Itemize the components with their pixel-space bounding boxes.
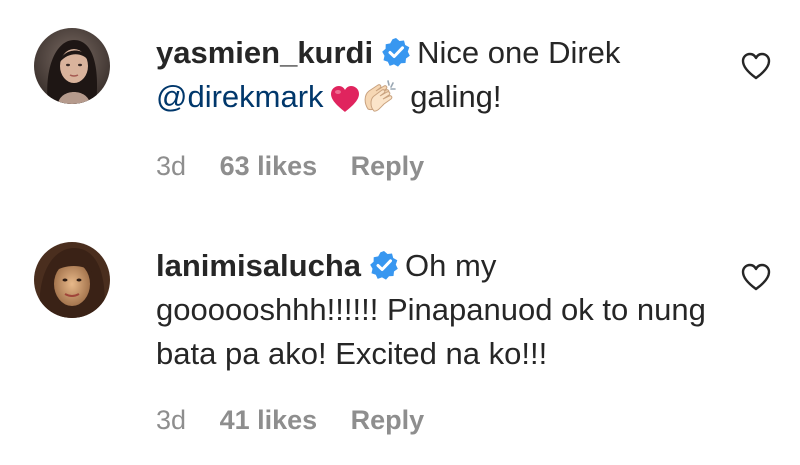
mention-link[interactable]: @direkmark xyxy=(156,79,324,114)
like-heart-icon[interactable] xyxy=(740,51,772,81)
verified-badge-icon xyxy=(369,248,399,280)
comment-meta: 3d 41 likes Reply xyxy=(156,405,450,436)
red-heart-icon xyxy=(330,81,360,125)
avatar[interactable] xyxy=(34,28,110,104)
username-link[interactable]: yasmien_kurdi xyxy=(156,35,373,70)
reply-button[interactable]: Reply xyxy=(351,151,425,181)
comment-text-part: galing! xyxy=(410,79,502,114)
reply-button[interactable]: Reply xyxy=(351,405,425,435)
username-link[interactable]: lanimisalucha xyxy=(156,248,361,283)
comment-time[interactable]: 3d xyxy=(156,151,186,181)
avatar-image xyxy=(34,28,110,104)
likes-count[interactable]: 63 likes xyxy=(220,151,318,181)
clapping-hands-icon xyxy=(362,79,398,125)
like-heart-icon[interactable] xyxy=(740,262,772,292)
comment-meta: 3d 63 likes Reply xyxy=(156,151,450,182)
comment-text: yasmien_kurdi Nice one Direk @direkmark … xyxy=(156,31,716,125)
comment-text: lanimisalucha Oh my goooooshhh!!!!!! Pin… xyxy=(156,244,716,376)
avatar[interactable] xyxy=(34,242,110,318)
comment-text-part: Nice one Direk xyxy=(417,35,621,70)
verified-badge-icon xyxy=(381,35,411,67)
likes-count[interactable]: 41 likes xyxy=(220,405,318,435)
comment-time[interactable]: 3d xyxy=(156,405,186,435)
avatar-image xyxy=(34,242,110,318)
